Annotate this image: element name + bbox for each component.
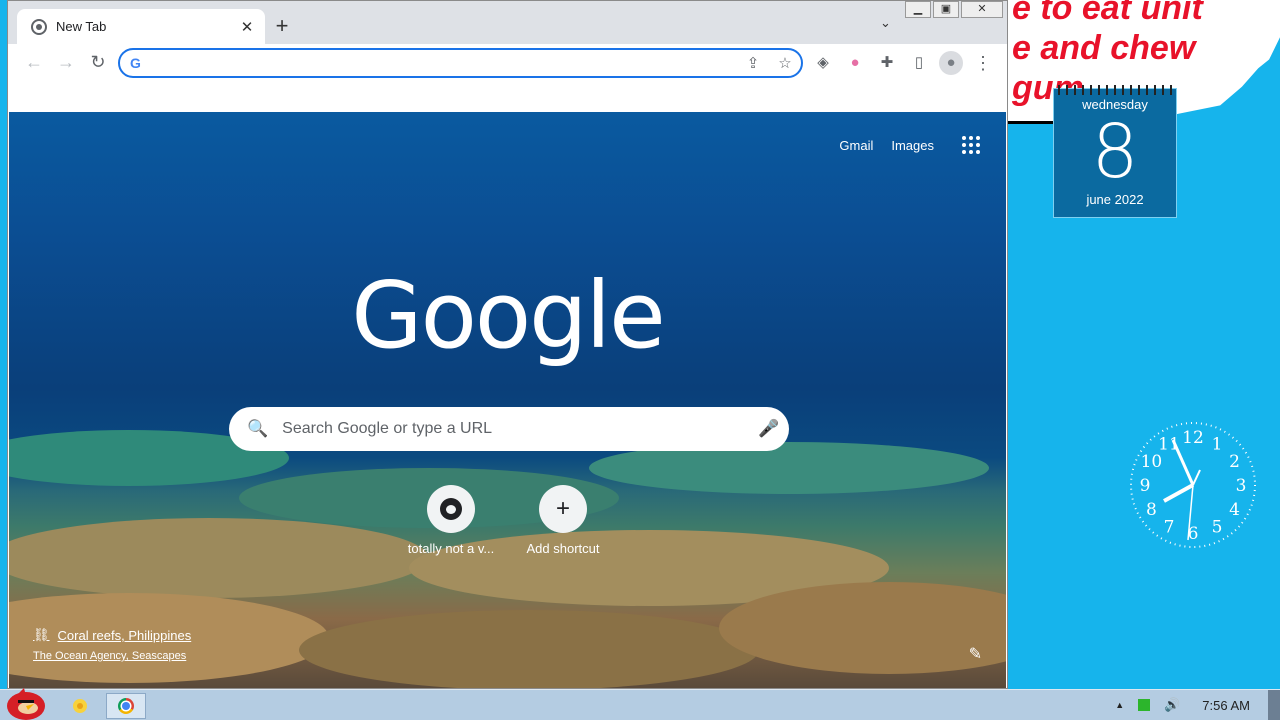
ublock-extension-icon[interactable]: ◈ <box>811 51 835 75</box>
clock-numeral: 7 <box>1164 518 1175 538</box>
profile-avatar-icon[interactable]: ● <box>939 51 963 75</box>
microphone-icon[interactable]: 🎤 <box>749 419 789 439</box>
side-panel-icon[interactable]: ▯ <box>907 51 931 75</box>
clock-numeral: 3 <box>1236 476 1247 496</box>
tab-close-icon[interactable]: ✕ <box>235 18 259 36</box>
address-input[interactable] <box>152 55 737 71</box>
clock-numeral: 1 <box>1212 434 1223 454</box>
clock-numeral: 9 <box>1140 476 1151 496</box>
reload-icon[interactable]: ↻ <box>82 52 114 73</box>
browser-window: New Tab ✕ + ⌄ ▁ ▣ ✕ ← → ↻ G ⇪ ☆ ◈ ● ✚ ▯ … <box>7 0 1008 689</box>
gmail-link[interactable]: Gmail <box>839 138 873 153</box>
browser-menu-icon[interactable]: ⋮ <box>971 51 995 75</box>
shortcut-label: totally not a v... <box>407 541 495 556</box>
new-tab-button[interactable]: + <box>269 13 295 39</box>
background-attribution: ⛓ Coral reefs, Philippines The Ocean Age… <box>33 627 191 662</box>
shortcut-tile-github[interactable]: totally not a v... <box>395 485 507 556</box>
address-bar[interactable]: G ⇪ ☆ <box>118 48 803 78</box>
clock-numeral: 10 <box>1141 452 1163 472</box>
calendar-day: 8 <box>1091 109 1139 195</box>
google-apps-grid-icon[interactable] <box>962 136 980 154</box>
calendar-rings <box>1058 85 1172 95</box>
close-window-button[interactable]: ✕ <box>961 1 1003 18</box>
show-desktop-button[interactable] <box>1268 690 1280 720</box>
tray-expand-icon[interactable]: ▲ <box>1115 700 1124 710</box>
clock-numeral: 4 <box>1229 500 1240 520</box>
link-icon: ⛓ <box>33 627 50 642</box>
clock-numeral: 12 <box>1182 428 1204 448</box>
attribution-title[interactable]: ⛓ Coral reefs, Philippines <box>33 627 191 643</box>
taskbar-explorer-app[interactable] <box>60 693 100 719</box>
start-button-angry-bird-icon[interactable] <box>4 684 48 720</box>
tab-title: New Tab <box>56 19 107 34</box>
ntp-search-box[interactable]: 🔍 🎤 <box>229 407 789 451</box>
clock-hour-hand <box>1163 483 1194 503</box>
volume-icon[interactable]: 🔊 <box>1164 697 1180 713</box>
window-controls: ▁ ▣ ✕ <box>905 1 1003 18</box>
ntp-top-links: Gmail Images <box>839 136 980 154</box>
back-arrow-icon[interactable]: ← <box>18 52 50 73</box>
calendar-widget[interactable]: wednesday 8 june 2022 <box>1053 85 1177 218</box>
taskbar-chrome-app[interactable] <box>106 693 146 719</box>
plus-icon: + <box>539 485 587 533</box>
clock-numeral: 2 <box>1229 452 1240 472</box>
google-g-icon: G <box>130 55 141 71</box>
maximize-button[interactable]: ▣ <box>933 1 959 18</box>
extensions-puzzle-icon[interactable]: ✚ <box>875 51 899 75</box>
network-status-icon[interactable] <box>1138 699 1151 711</box>
share-icon[interactable]: ⇪ <box>737 54 769 72</box>
customize-pencil-icon[interactable]: ✎ <box>969 644 982 664</box>
images-link[interactable]: Images <box>891 138 934 153</box>
tab-strip: New Tab ✕ + ⌄ ▁ ▣ ✕ <box>8 1 1007 44</box>
google-logo: Google <box>351 262 665 369</box>
tab-search-icon[interactable]: ⌄ <box>880 15 891 31</box>
clock-numeral: 8 <box>1146 500 1157 520</box>
github-icon <box>440 498 462 520</box>
new-tab-page: Gmail Images Google 🔍 🎤 totally not a v.… <box>9 112 1006 688</box>
shortcut-circle <box>427 485 475 533</box>
clock-widget[interactable]: 12 1234567891011 <box>1128 420 1258 550</box>
minimize-button[interactable]: ▁ <box>905 1 931 18</box>
taskbar: ▲ 🔊 7:56 AM <box>0 688 1280 720</box>
chrome-icon <box>118 698 134 714</box>
clock-numeral: 5 <box>1212 518 1223 538</box>
add-shortcut-tile[interactable]: + Add shortcut <box>507 485 619 556</box>
tab-new-tab[interactable]: New Tab ✕ <box>17 9 265 44</box>
search-input[interactable] <box>282 420 749 438</box>
explorer-icon <box>73 699 87 713</box>
flag-extension-icon[interactable]: ● <box>843 51 867 75</box>
tray-clock[interactable]: 7:56 AM <box>1202 698 1250 713</box>
search-icon: 🔍 <box>247 419 269 438</box>
forward-arrow-icon[interactable]: → <box>50 52 82 73</box>
note-line-2: e and chew <box>1012 29 1196 67</box>
calendar-month-year: june 2022 <box>1086 192 1144 207</box>
chrome-favicon-icon <box>31 18 47 35</box>
system-tray: ▲ 🔊 7:56 AM <box>1115 690 1280 720</box>
shortcut-label: Add shortcut <box>526 541 600 556</box>
attribution-subtitle[interactable]: The Ocean Agency, Seascapes <box>33 650 191 662</box>
bookmark-star-icon[interactable]: ☆ <box>769 54 801 72</box>
note-line-1: e to eat unit <box>1012 0 1203 27</box>
attribution-title-text: Coral reefs, Philippines <box>57 627 192 643</box>
